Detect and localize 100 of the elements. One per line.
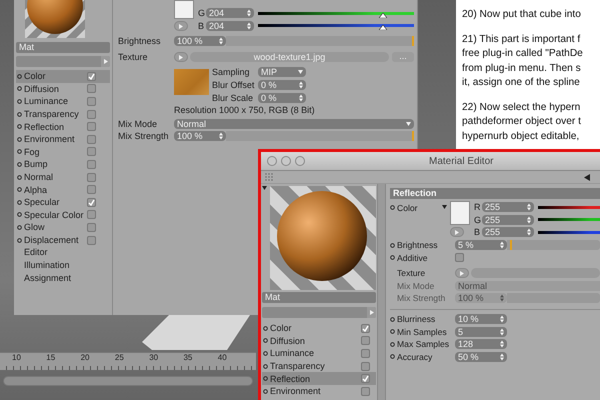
channel-item[interactable]: Color: [16, 70, 110, 83]
checkbox[interactable]: [361, 348, 370, 358]
slider-thumb[interactable]: [510, 240, 512, 250]
color-slider[interactable]: [538, 230, 600, 234]
arrow-button[interactable]: [450, 227, 464, 237]
number-field[interactable]: 100 %: [174, 36, 226, 46]
channel-item[interactable]: Luminance: [16, 95, 110, 108]
checkbox[interactable]: [361, 386, 370, 396]
number-field[interactable]: 10 %: [455, 314, 507, 324]
checkbox[interactable]: [361, 324, 370, 333]
spin-arrows-icon[interactable]: [500, 353, 504, 360]
checkbox[interactable]: [87, 222, 96, 232]
triangle-icon[interactable]: [442, 205, 447, 209]
triangle-icon[interactable]: [262, 186, 267, 190]
checkbox[interactable]: [87, 198, 96, 207]
checkbox[interactable]: [87, 236, 96, 245]
spin-arrows-icon[interactable]: [500, 340, 504, 348]
section-item[interactable]: Assignment: [16, 272, 110, 284]
dropdown[interactable]: MIP: [258, 66, 306, 77]
color-slider[interactable]: [538, 206, 600, 209]
spin-arrows-icon[interactable]: [299, 94, 303, 102]
number-field[interactable]: 255: [482, 227, 534, 238]
checkbox[interactable]: [87, 210, 96, 220]
color-slider[interactable]: [258, 12, 414, 15]
spin-arrows-icon[interactable]: [247, 10, 251, 17]
channel-item[interactable]: Normal: [16, 170, 110, 184]
material-name-field[interactable]: Mat: [262, 292, 376, 303]
arrow-button[interactable]: [455, 268, 469, 278]
spin-arrows-icon[interactable]: [500, 316, 504, 323]
spin-arrows-icon[interactable]: [527, 204, 531, 211]
channel-item[interactable]: Specular Color: [16, 208, 110, 222]
checkbox[interactable]: [87, 110, 96, 119]
color-slider[interactable]: [538, 218, 600, 222]
channel-item[interactable]: Reflection: [16, 120, 110, 133]
channel-item[interactable]: Transparency: [16, 108, 110, 120]
checkbox[interactable]: [87, 122, 96, 132]
spin-arrows-icon[interactable]: [500, 328, 504, 336]
spin-arrows-icon[interactable]: [219, 38, 223, 45]
checkbox[interactable]: [87, 172, 96, 182]
number-field[interactable]: 255: [482, 202, 534, 212]
number-field[interactable]: 128: [455, 339, 507, 350]
channel-item[interactable]: Glow: [16, 221, 110, 234]
section-item[interactable]: Editor: [16, 246, 110, 259]
channel-item[interactable]: Reflection: [262, 372, 376, 385]
left-arrow-icon[interactable]: [584, 174, 590, 180]
checkbox[interactable]: [361, 362, 370, 371]
scrollbar[interactable]: [377, 184, 386, 400]
number-field[interactable]: 0 %: [258, 92, 306, 103]
channel-item[interactable]: Fog: [16, 146, 110, 158]
spin-arrows-icon[interactable]: [527, 216, 531, 224]
channel-item[interactable]: Specular: [16, 196, 110, 209]
spin-arrows-icon[interactable]: [219, 132, 223, 140]
material-name-field[interactable]: Mat: [16, 42, 110, 53]
channel-item[interactable]: Environment: [16, 132, 110, 146]
checkbox[interactable]: [455, 253, 464, 262]
slider-thumb[interactable]: [378, 12, 387, 18]
number-field[interactable]: 5 %: [455, 240, 507, 250]
channel-item[interactable]: Diffusion: [16, 82, 110, 96]
spin-arrows-icon[interactable]: [500, 294, 504, 302]
number-field[interactable]: 100 %: [174, 131, 226, 142]
checkbox[interactable]: [87, 72, 96, 81]
section-item[interactable]: Illumination: [16, 258, 110, 272]
channel-item[interactable]: Diffusion: [262, 334, 376, 348]
arrow-button[interactable]: [174, 52, 188, 62]
channel-item[interactable]: Transparency: [262, 360, 376, 372]
channel-item[interactable]: Luminance: [262, 347, 376, 360]
checkbox[interactable]: [87, 134, 96, 144]
checkbox[interactable]: [87, 147, 96, 156]
spin-arrows-icon[interactable]: [527, 228, 531, 236]
play-arrow-icon[interactable]: [104, 59, 108, 64]
color-slider[interactable]: [258, 24, 414, 28]
checkbox[interactable]: [87, 96, 96, 106]
checkbox[interactable]: [87, 160, 96, 169]
dropdown[interactable]: Normal: [174, 118, 414, 129]
channel-item[interactable]: Color: [262, 322, 376, 335]
spin-arrows-icon[interactable]: [299, 81, 303, 88]
channel-item[interactable]: Environment: [262, 384, 376, 398]
color-swatch[interactable]: [450, 201, 470, 225]
timeline-scrollbar[interactable]: [3, 376, 253, 386]
checkbox[interactable]: [87, 185, 96, 194]
channel-item[interactable]: Alpha: [16, 183, 110, 196]
channel-item[interactable]: Bump: [16, 158, 110, 171]
play-arrow-icon[interactable]: [370, 310, 374, 315]
slider-thumb[interactable]: [378, 25, 387, 30]
checkbox[interactable]: [87, 84, 96, 94]
number-field[interactable]: 5: [455, 326, 507, 337]
spin-arrows-icon[interactable]: [247, 22, 251, 30]
number-field[interactable]: 204: [206, 8, 254, 18]
arrow-button[interactable]: [174, 21, 188, 31]
number-field[interactable]: 50 %: [455, 352, 507, 362]
caret-icon[interactable]: [298, 70, 303, 74]
color-swatch[interactable]: [174, 0, 194, 19]
checkbox[interactable]: [361, 374, 370, 384]
caret-icon[interactable]: [406, 122, 411, 126]
number-field[interactable]: 0 %: [258, 80, 306, 90]
number-field[interactable]: 255: [482, 214, 534, 225]
number-field[interactable]: 204: [206, 20, 254, 31]
channel-item[interactable]: Displacement: [16, 234, 110, 246]
spin-arrows-icon[interactable]: [500, 242, 504, 249]
checkbox[interactable]: [361, 336, 370, 346]
